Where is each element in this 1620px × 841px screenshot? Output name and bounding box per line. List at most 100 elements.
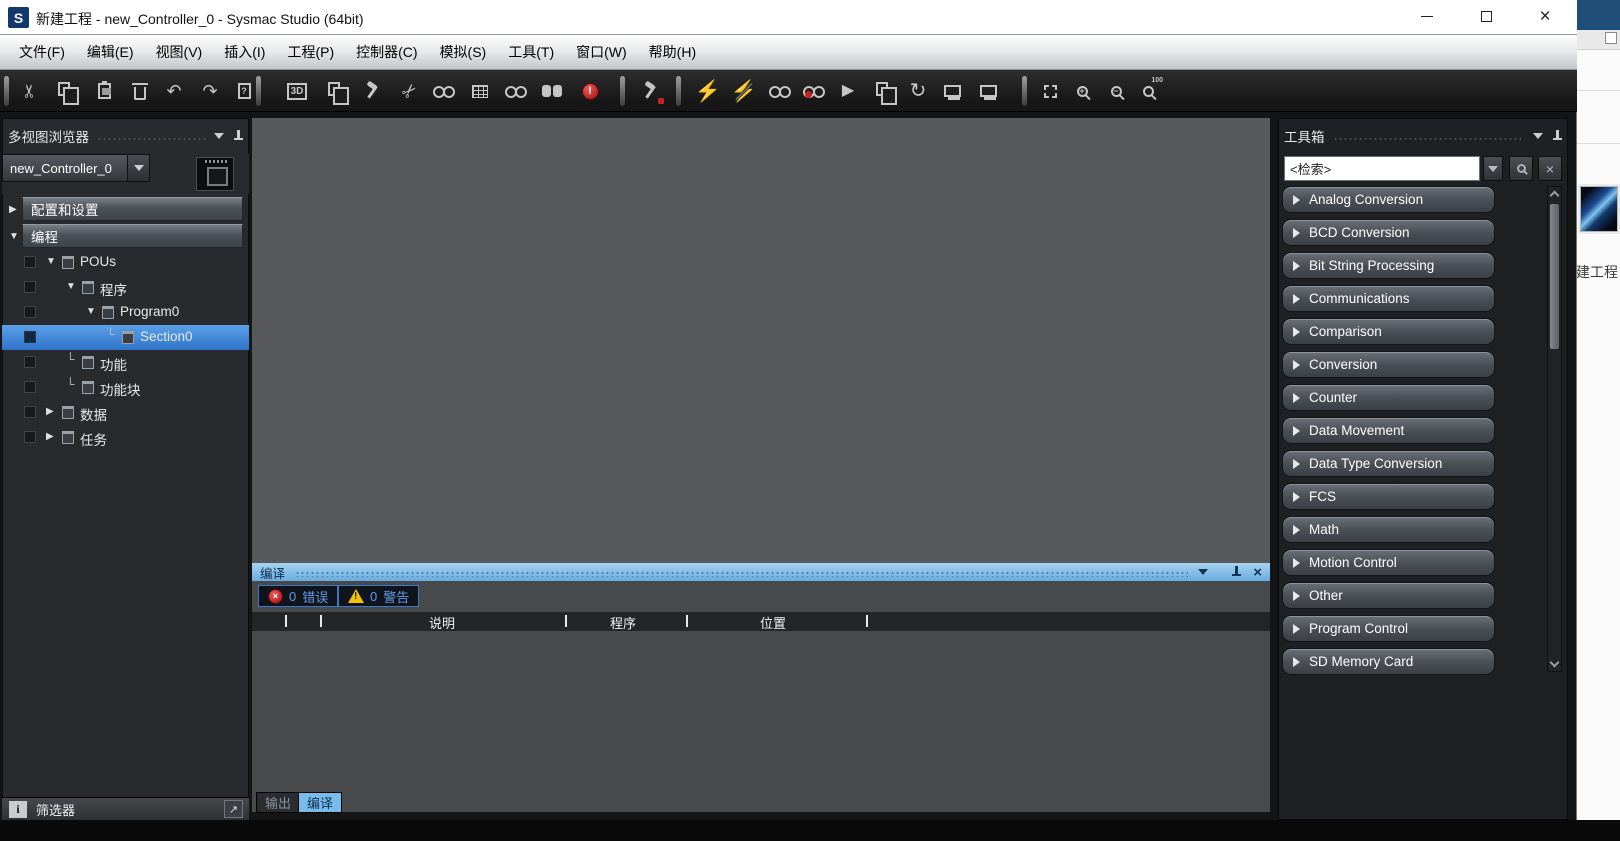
tree-item-programs[interactable]: ▼ 程序 [2, 275, 249, 300]
search-dropdown-button[interactable] [1483, 156, 1503, 181]
tree-item-function-blocks[interactable]: └ 功能块 [2, 375, 249, 400]
menu-edit[interactable]: 编辑(E) [76, 35, 145, 69]
toolbox-category-bcd-conversion[interactable]: BCD Conversion [1282, 219, 1495, 246]
tab-build[interactable]: 编译 [298, 792, 342, 813]
section-config-settings[interactable]: ▶ 配置和设置 [2, 197, 249, 222]
filter-pin-icon[interactable]: ↗ [224, 800, 243, 818]
toolbox-scrollbar[interactable] [1547, 186, 1562, 672]
search-binoculars-icon[interactable] [536, 75, 568, 107]
toolbox-category-bit-string-processing[interactable]: Bit String Processing [1282, 252, 1495, 279]
toolbox-search-input[interactable] [1284, 156, 1480, 181]
build-panel-header[interactable]: 编译 × [252, 563, 1270, 581]
section-label[interactable]: 配置和设置 [22, 197, 243, 221]
toolbox-category-math[interactable]: Math [1282, 516, 1495, 543]
tree-checkbox[interactable] [24, 431, 36, 443]
chevron-down-icon[interactable] [1198, 569, 1208, 575]
menu-project[interactable]: 工程(P) [276, 35, 345, 69]
toolbox-category-analog-conversion[interactable]: Analog Conversion [1282, 186, 1495, 213]
stop-monitor-icon[interactable] [798, 75, 830, 107]
toolbox-category-counter[interactable]: Counter [1282, 384, 1495, 411]
copy-stack-icon[interactable] [868, 75, 900, 107]
data-trace-icon[interactable] [500, 75, 532, 107]
tab-output[interactable]: 输出 [256, 792, 300, 813]
tree-checkbox[interactable] [24, 331, 36, 343]
toolbox-category-fcs[interactable]: FCS [1282, 483, 1495, 510]
scroll-down-icon[interactable] [1550, 658, 1560, 668]
collapse-arrow-icon[interactable]: ▶ [46, 432, 54, 442]
tree-item-section0-selected[interactable]: └ Section0 [2, 325, 249, 350]
column-divider[interactable] [285, 615, 287, 627]
synchronize-icon[interactable]: ↻ [902, 75, 934, 107]
copy-icon[interactable] [50, 75, 82, 107]
section-programming[interactable]: ▼ 编程 [2, 224, 249, 249]
close-button[interactable]: × [1522, 0, 1568, 33]
column-divider[interactable] [866, 615, 868, 627]
pin-icon[interactable] [1553, 130, 1562, 143]
toolbox-category-motion-control[interactable]: Motion Control [1282, 549, 1495, 576]
expand-arrow-icon[interactable]: ▼ [86, 307, 96, 317]
close-icon[interactable]: × [1253, 565, 1262, 580]
toolbox-category-data-movement[interactable]: Data Movement [1282, 417, 1495, 444]
controller-select[interactable]: new_Controller_0 [2, 154, 150, 182]
watch-table-icon[interactable] [464, 75, 496, 107]
editor-canvas[interactable] [252, 118, 1270, 563]
toolbox-category-communications[interactable]: Communications [1282, 285, 1495, 312]
undo-icon[interactable]: ↶ [158, 75, 190, 107]
tree-checkbox[interactable] [24, 356, 36, 368]
toolbox-category-comparison[interactable]: Comparison [1282, 318, 1495, 345]
3d-view-icon[interactable]: 3D [281, 75, 313, 107]
project-thumbnail[interactable] [1580, 186, 1618, 232]
transfer-to-controller-icon[interactable] [936, 75, 968, 107]
menu-insert[interactable]: 插入(I) [213, 35, 276, 69]
tree-checkbox[interactable] [24, 381, 36, 393]
scroll-up-icon[interactable] [1550, 191, 1560, 201]
menu-tools[interactable]: 工具(T) [497, 35, 565, 69]
toolbox-category-sd-memory-card[interactable]: SD Memory Card [1282, 648, 1495, 675]
build-controller-icon[interactable] [634, 75, 666, 107]
scrollbar-thumb[interactable] [1550, 204, 1559, 349]
expand-arrow-icon[interactable]: ▼ [46, 257, 56, 267]
menu-file[interactable]: 文件(F) [8, 35, 76, 69]
tree-checkbox[interactable] [24, 256, 36, 268]
search-button[interactable] [1509, 156, 1533, 181]
transfer-from-controller-icon[interactable] [972, 75, 1004, 107]
watch-window-icon[interactable] [428, 75, 460, 107]
rebuild-icon[interactable]: ✂ [394, 75, 426, 107]
paste-icon[interactable] [88, 75, 120, 107]
cascade-windows-icon[interactable] [320, 75, 352, 107]
zoom-100-icon[interactable]: 100 [1132, 75, 1164, 107]
tree-item-tasks[interactable]: ▶ 任务 [2, 425, 249, 450]
zoom-in-icon[interactable]: + [1066, 75, 1098, 107]
menu-help[interactable]: 帮助(H) [638, 35, 707, 69]
run-simulation-icon[interactable]: ▶ [832, 75, 864, 107]
tree-checkbox[interactable] [24, 281, 36, 293]
zoom-fit-icon[interactable] [1034, 75, 1066, 107]
tree-item-functions[interactable]: └ 功能 [2, 350, 249, 375]
expand-arrow-icon[interactable]: ▼ [66, 282, 76, 292]
menu-simulation[interactable]: 模拟(S) [429, 35, 498, 69]
cut-icon[interactable]: ✂ [14, 75, 46, 107]
collapse-arrow-icon[interactable]: ▶ [46, 407, 54, 417]
toolbox-category-conversion[interactable]: Conversion [1282, 351, 1495, 378]
expand-arrow-icon[interactable]: ▼ [9, 231, 19, 242]
toolbox-category-data-type-conversion[interactable]: Data Type Conversion [1282, 450, 1495, 477]
start-monitor-icon[interactable] [764, 75, 796, 107]
zoom-out-icon[interactable]: − [1100, 75, 1132, 107]
background-checkbox[interactable] [1605, 32, 1617, 44]
go-offline-icon[interactable]: ⚡ [728, 75, 760, 107]
collapse-arrow-icon[interactable]: ▶ [9, 204, 17, 215]
tree-item-data[interactable]: ▶ 数据 [2, 400, 249, 425]
maximize-button[interactable] [1463, 0, 1509, 33]
pin-icon[interactable] [1232, 566, 1241, 579]
pin-icon[interactable] [234, 130, 243, 143]
chevron-down-icon[interactable] [214, 133, 224, 139]
build-icon[interactable] [356, 75, 388, 107]
menu-controller[interactable]: 控制器(C) [345, 35, 428, 69]
tree-checkbox[interactable] [24, 406, 36, 418]
tree-item-program0[interactable]: ▼ Program0 [2, 300, 249, 325]
tree-checkbox[interactable] [24, 306, 36, 318]
column-divider[interactable] [565, 615, 567, 627]
filter-bar[interactable]: i 筛选器 ↗ [2, 797, 249, 820]
section-label[interactable]: 编程 [22, 224, 243, 248]
search-clear-button[interactable]: × [1538, 156, 1562, 181]
